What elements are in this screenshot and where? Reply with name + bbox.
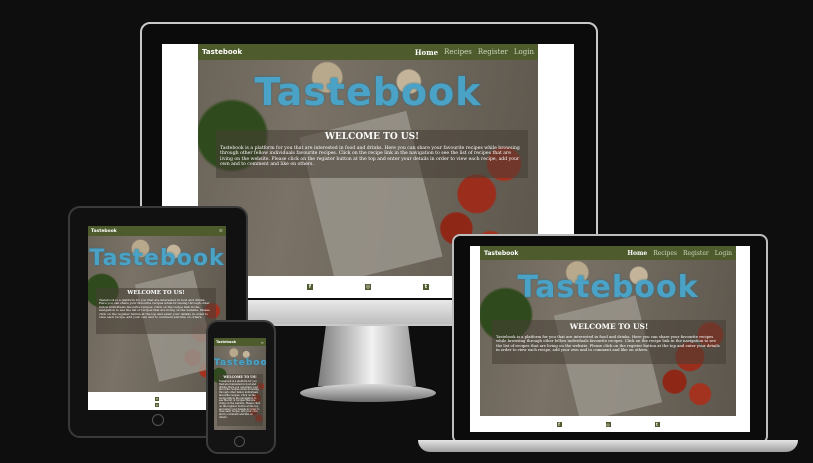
nav-link-login[interactable]: Login [715, 250, 732, 257]
nav-link-home[interactable]: Home [627, 250, 647, 257]
phone-screen: Tastebook ≡ Tastebook WELCOME TO US! Tas… [214, 338, 266, 430]
nav-link-recipes[interactable]: Recipes [653, 250, 677, 257]
nav-link-recipes[interactable]: Recipes [444, 48, 472, 57]
welcome-title: WELCOME TO US! [569, 322, 649, 331]
nav-link-login[interactable]: Login [514, 48, 534, 57]
menu-icon[interactable]: ≡ [261, 340, 264, 345]
facebook-icon[interactable]: f [155, 397, 159, 401]
footer: f ◎ t [480, 416, 736, 432]
nav-link-home[interactable]: Home [415, 48, 438, 57]
laptop-base [418, 440, 798, 452]
welcome-title: WELCOME TO US! [223, 375, 257, 379]
brand-logo[interactable]: Tastebook [202, 48, 242, 56]
hero-logo: Tastebook [214, 358, 266, 368]
twitter-icon[interactable]: t [654, 421, 660, 427]
instagram-icon[interactable]: ◎ [605, 421, 611, 427]
hero-image: Tastebook WELCOME TO US! Tastebook is a … [214, 346, 266, 430]
welcome-text: Tastebook is a platform for you that are… [99, 298, 210, 320]
navbar: Tastebook ≡ [214, 338, 266, 346]
welcome-panel: WELCOME TO US! Tastebook is a platform f… [492, 320, 726, 364]
navbar: Tastebook Home Recipes Register Login [198, 44, 538, 60]
welcome-panel: WELCOME TO US! Tastebook is a platform f… [217, 374, 263, 426]
hero-image: Tastebook WELCOME TO US! Tastebook is a … [480, 260, 736, 423]
instagram-icon[interactable]: ◎ [365, 284, 371, 290]
monitor-stand [318, 326, 416, 386]
laptop-screen: Tastebook Home Recipes Register Login Ta… [470, 246, 750, 432]
nav-link-register[interactable]: Register [683, 250, 709, 257]
menu-icon[interactable]: ≡ [219, 228, 223, 234]
welcome-text: Tastebook is a platform for you that are… [219, 380, 261, 419]
welcome-panel: WELCOME TO US! Tastebook is a platform f… [216, 130, 528, 178]
facebook-icon[interactable]: f [307, 284, 313, 290]
brand-logo[interactable]: Tastebook [216, 340, 236, 344]
nav-link-register[interactable]: Register [478, 48, 508, 57]
hero-logo: Tastebook [517, 270, 699, 305]
welcome-text: Tastebook is a platform for you that are… [220, 146, 520, 167]
facebook-icon[interactable]: f [556, 421, 562, 427]
monitor-stand-base [300, 384, 436, 402]
nav-links: Home Recipes Register Login [627, 250, 732, 257]
nav-links: Home Recipes Register Login [415, 48, 534, 57]
twitter-icon[interactable]: t [423, 284, 429, 290]
welcome-text: Tastebook is a platform for you that are… [496, 334, 720, 353]
hero-logo: Tastebook [89, 246, 225, 271]
laptop-site: Tastebook Home Recipes Register Login Ta… [480, 246, 736, 432]
brand-logo[interactable]: Tastebook [484, 250, 518, 257]
instagram-icon[interactable]: ◎ [155, 403, 159, 407]
phone-home-button[interactable] [234, 436, 245, 447]
welcome-panel: WELCOME TO US! Tastebook is a platform f… [96, 288, 216, 334]
navbar: Tastebook Home Recipes Register Login [480, 246, 736, 260]
tablet-home-button[interactable] [152, 414, 164, 426]
phone-site: Tastebook ≡ Tastebook WELCOME TO US! Tas… [214, 338, 266, 430]
welcome-title: WELCOME TO US! [324, 132, 420, 142]
navbar: Tastebook ≡ [88, 226, 226, 236]
hero-logo: Tastebook [254, 70, 482, 114]
welcome-title: WELCOME TO US! [127, 290, 185, 296]
brand-logo[interactable]: Tastebook [91, 229, 117, 234]
